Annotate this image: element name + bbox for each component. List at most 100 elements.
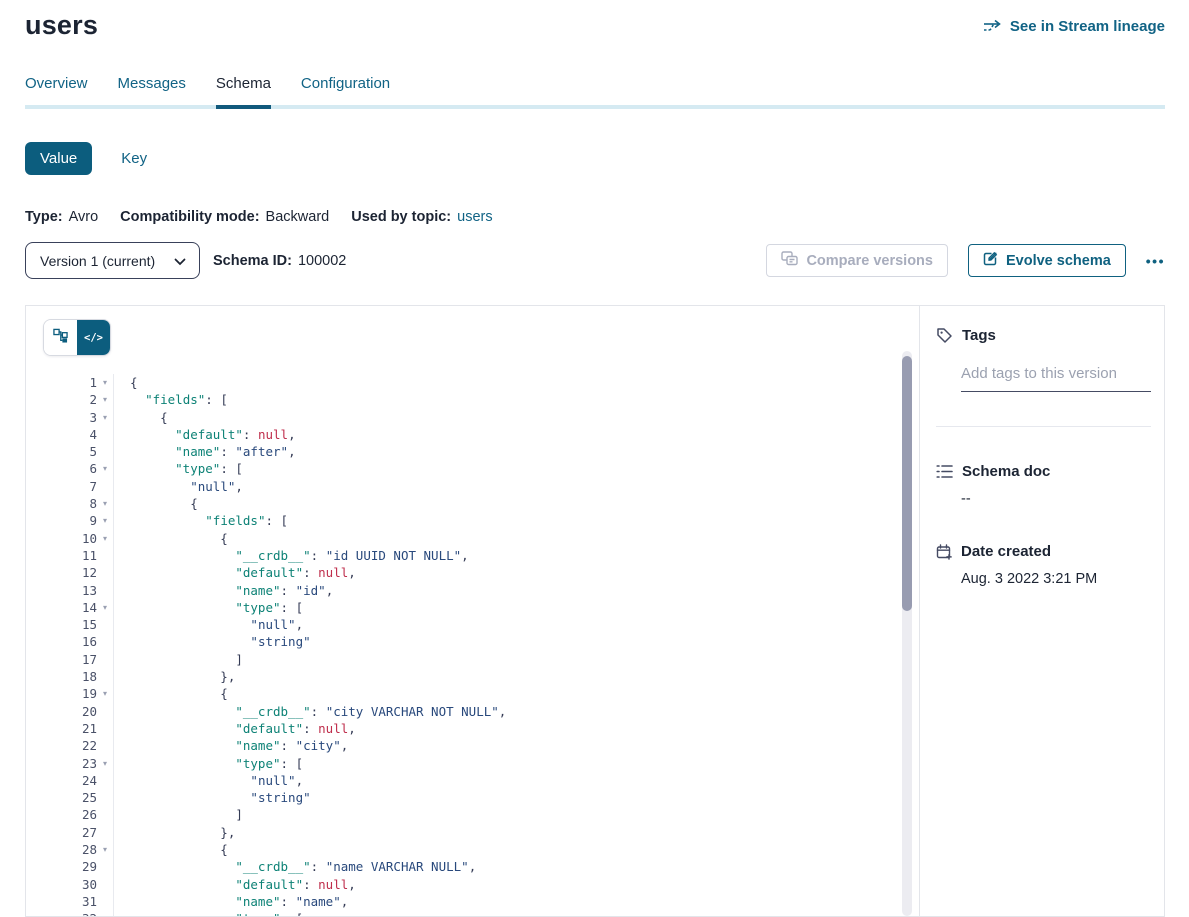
more-actions-button[interactable]: ••• [1146, 253, 1165, 269]
code-line: 20 "__crdb__": "city VARCHAR NOT NULL", [26, 703, 919, 720]
line-number: 30 [61, 876, 97, 893]
gutter: 6▾ [26, 460, 114, 477]
code-line: 8▾ { [26, 495, 919, 512]
fold-toggle-icon[interactable]: ▾ [97, 460, 113, 477]
schema-page: users See in Stream lineage Overview Mes… [0, 0, 1189, 916]
fold-toggle-icon[interactable]: ▾ [97, 391, 113, 408]
fold-toggle-icon[interactable]: ▾ [97, 530, 113, 547]
fold-toggle-icon[interactable]: ▾ [97, 685, 113, 702]
sidebar-divider [936, 426, 1151, 427]
fold-toggle-icon[interactable]: ▾ [97, 512, 113, 529]
line-number: 9 [61, 512, 97, 529]
gutter: 29 [26, 858, 114, 875]
schema-code-editor[interactable]: 1▾{2▾ "fields": [3▾ {4 "default": null,5… [26, 356, 919, 916]
fold-toggle-icon[interactable]: ▾ [97, 910, 113, 916]
key-toggle-button[interactable]: Key [115, 149, 153, 168]
line-number: 25 [61, 789, 97, 806]
schema-doc-heading: Schema doc [962, 463, 1050, 480]
fold-toggle-icon[interactable]: ▾ [97, 495, 113, 512]
line-number: 8 [61, 495, 97, 512]
code-line: 31 "name": "name", [26, 893, 919, 910]
fold-toggle-icon[interactable]: ▾ [97, 599, 113, 616]
stream-lineage-link[interactable]: See in Stream lineage [983, 18, 1165, 35]
code-text: "string" [114, 789, 311, 806]
code-line: 18 }, [26, 668, 919, 685]
code-text: { [114, 530, 228, 547]
schema-doc-heading-row: Schema doc [936, 463, 1151, 480]
code-text: { [114, 495, 198, 512]
line-number: 10 [61, 530, 97, 547]
line-number: 28 [61, 841, 97, 858]
code-text: }, [114, 824, 235, 841]
code-line: 7 "null", [26, 478, 919, 495]
editor-scrollbar-thumb[interactable] [902, 356, 912, 611]
line-number: 13 [61, 582, 97, 599]
code-text: "type": [ [114, 755, 303, 772]
value-toggle-button[interactable]: Value [25, 142, 92, 175]
code-text: "__crdb__": "id UUID NOT NULL", [114, 547, 469, 564]
line-number: 2 [61, 391, 97, 408]
meta-compatibility-value: Backward [266, 209, 330, 225]
evolve-schema-button[interactable]: Evolve schema [968, 244, 1126, 277]
gutter: 5 [26, 443, 114, 460]
schema-id-label: Schema ID: [213, 253, 292, 269]
code-line: 10▾ { [26, 530, 919, 547]
gutter: 16 [26, 633, 114, 650]
code-line: 27 }, [26, 824, 919, 841]
line-number: 3 [61, 409, 97, 426]
schema-meta: Type: Avro Compatibility mode: Backward … [25, 209, 1165, 225]
page-header: users See in Stream lineage [0, 0, 1189, 41]
tag-icon [936, 327, 953, 344]
fold-toggle-icon[interactable]: ▾ [97, 841, 113, 858]
schema-card: </> 1▾{2▾ "fields": [3▾ {4 "default": nu… [25, 305, 1165, 917]
code-text: ] [114, 806, 243, 823]
line-number: 19 [61, 685, 97, 702]
code-text: { [114, 685, 228, 702]
tab-overview[interactable]: Overview [25, 75, 88, 105]
tags-input[interactable] [961, 365, 1151, 392]
fold-toggle-icon[interactable]: ▾ [97, 409, 113, 426]
code-view-button[interactable]: </> [77, 320, 110, 355]
code-text: "__crdb__": "city VARCHAR NOT NULL", [114, 703, 506, 720]
date-created-heading: Date created [961, 543, 1051, 560]
editor-scrollbar-track[interactable] [902, 351, 912, 916]
line-number: 20 [61, 703, 97, 720]
schema-doc-section: Schema doc -- [936, 463, 1151, 507]
fold-toggle-icon[interactable]: ▾ [97, 755, 113, 772]
tab-configuration[interactable]: Configuration [301, 75, 390, 105]
gutter: 30 [26, 876, 114, 893]
gutter: 19▾ [26, 685, 114, 702]
gutter: 14▾ [26, 599, 114, 616]
tree-view-button[interactable] [44, 320, 77, 355]
gutter: 18 [26, 668, 114, 685]
line-number: 31 [61, 893, 97, 910]
version-bar: Version 1 (current) Schema ID: 100002 Co… [25, 242, 1165, 279]
meta-type-label: Type: [25, 209, 63, 225]
gutter: 7 [26, 478, 114, 495]
version-select[interactable]: Version 1 (current) [25, 242, 200, 279]
line-number: 5 [61, 443, 97, 460]
meta-topic: Used by topic: users [351, 209, 492, 225]
gutter: 11 [26, 547, 114, 564]
topic-link[interactable]: users [457, 209, 492, 225]
code-line: 16 "string" [26, 633, 919, 650]
gutter: 8▾ [26, 495, 114, 512]
line-number: 1 [61, 374, 97, 391]
line-number: 11 [61, 547, 97, 564]
code-line: 24 "null", [26, 772, 919, 789]
tab-schema[interactable]: Schema [216, 75, 271, 105]
code-line: 13 "name": "id", [26, 582, 919, 599]
code-line: 6▾ "type": [ [26, 460, 919, 477]
compare-versions-button[interactable]: Compare versions [766, 244, 948, 277]
tab-messages[interactable]: Messages [118, 75, 186, 105]
page-title: users [25, 10, 98, 41]
fold-toggle-icon[interactable]: ▾ [97, 374, 113, 391]
code-text: "fields": [ [114, 391, 228, 408]
date-created-value: Aug. 3 2022 3:21 PM [961, 571, 1151, 587]
gutter: 23▾ [26, 755, 114, 772]
gutter: 20 [26, 703, 114, 720]
line-number: 27 [61, 824, 97, 841]
code-line: 1▾{ [26, 374, 919, 391]
tab-bar: Overview Messages Schema Configuration [0, 75, 1189, 105]
code-text: "default": null, [114, 720, 356, 737]
